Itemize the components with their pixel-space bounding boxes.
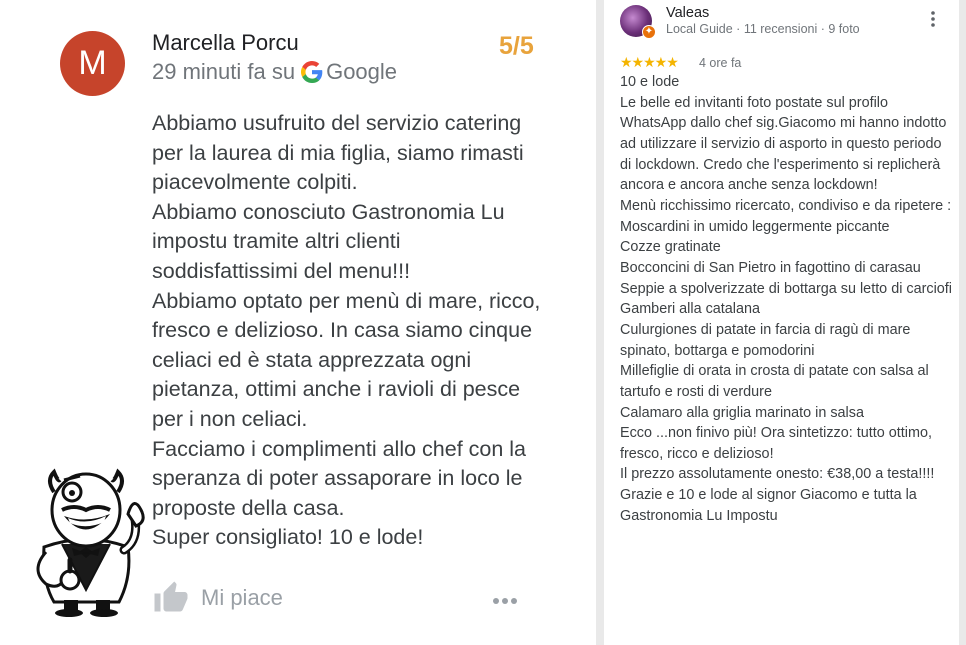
- review-paragraph: Abbiamo optato per menù di mare, ricco, …: [152, 288, 541, 431]
- review-line: 10 e lode: [620, 74, 680, 90]
- reviewer-name[interactable]: Valeas: [666, 5, 709, 21]
- review-line: Il prezzo assolutamente onesto: €38,00 a…: [620, 466, 935, 483]
- review-paragraph: Facciamo i complimenti allo chef con la …: [152, 436, 527, 520]
- google-icon: [301, 61, 323, 83]
- review-time: 29 minuti fa su: [152, 59, 296, 84]
- review-paragraph: Abbiamo conosciuto Gastronomia Lu impost…: [152, 199, 505, 283]
- review-line: Le belle ed invitanti foto postate sul p…: [620, 94, 947, 194]
- review-meta: 29 minuti fa su Google: [152, 59, 397, 85]
- review-line: Grazie e 10 e lode al signor Giacomo e t…: [620, 487, 917, 524]
- like-label: Mi piace: [201, 585, 283, 610]
- review-line: Seppie a spolverizzate di bottarga su le…: [620, 280, 952, 297]
- review-line: Ecco ...non finivo più! Ora sintetizzo: …: [620, 425, 932, 462]
- author-name[interactable]: Marcella Porcu: [152, 30, 299, 56]
- chef-mascot-illustration: [36, 468, 145, 617]
- review-text: Abbiamo usufruito del servizio catering …: [152, 109, 552, 553]
- review-paragraph: Super consigliato! 10 e lode!: [152, 525, 424, 550]
- review-time: 4 ore fa: [699, 56, 742, 70]
- review-line: Bocconcini di San Pietro in fagottino di…: [620, 259, 921, 276]
- right-review-card: ✦ Valeas Local Guide · 11 recensioni · 9…: [604, 0, 959, 645]
- review-source: Google: [326, 59, 398, 84]
- avatar-letter: M: [78, 44, 107, 82]
- review-text: 10 e lode Le belle ed invitanti foto pos…: [620, 72, 952, 526]
- left-review-card: M Marcella Porcu 29 minuti fa su Google …: [0, 0, 596, 645]
- overflow-menu-icon[interactable]: [930, 10, 936, 28]
- review-line: Moscardini in umido leggermente piccante: [620, 218, 890, 235]
- review-line: Gamberi alla catalana: [620, 301, 760, 318]
- review-score: 5/5: [499, 32, 534, 60]
- local-guide-badge-icon: ✦: [642, 25, 656, 39]
- review-line: Millefiglie di orata in crosta di patate…: [620, 363, 929, 400]
- reviewer-meta: Local Guide · 11 recensioni · 9 foto: [666, 22, 860, 36]
- star-rating: ★★★★★: [620, 54, 679, 70]
- more-options-icon[interactable]: [492, 590, 518, 612]
- thumbs-up-icon: [154, 581, 188, 612]
- like-button[interactable]: Mi piace: [152, 580, 283, 616]
- avatar[interactable]: M: [60, 31, 125, 96]
- review-line: Menù ricchissimo ricercato, condiviso e …: [620, 197, 952, 214]
- review-paragraph: Abbiamo usufruito del servizio catering …: [152, 111, 524, 195]
- review-line: Calamaro alla griglia marinato in salsa: [620, 404, 864, 421]
- review-line: Cozze gratinate: [620, 239, 721, 256]
- review-line: Culurgiones di patate in farcia di ragù …: [620, 321, 911, 359]
